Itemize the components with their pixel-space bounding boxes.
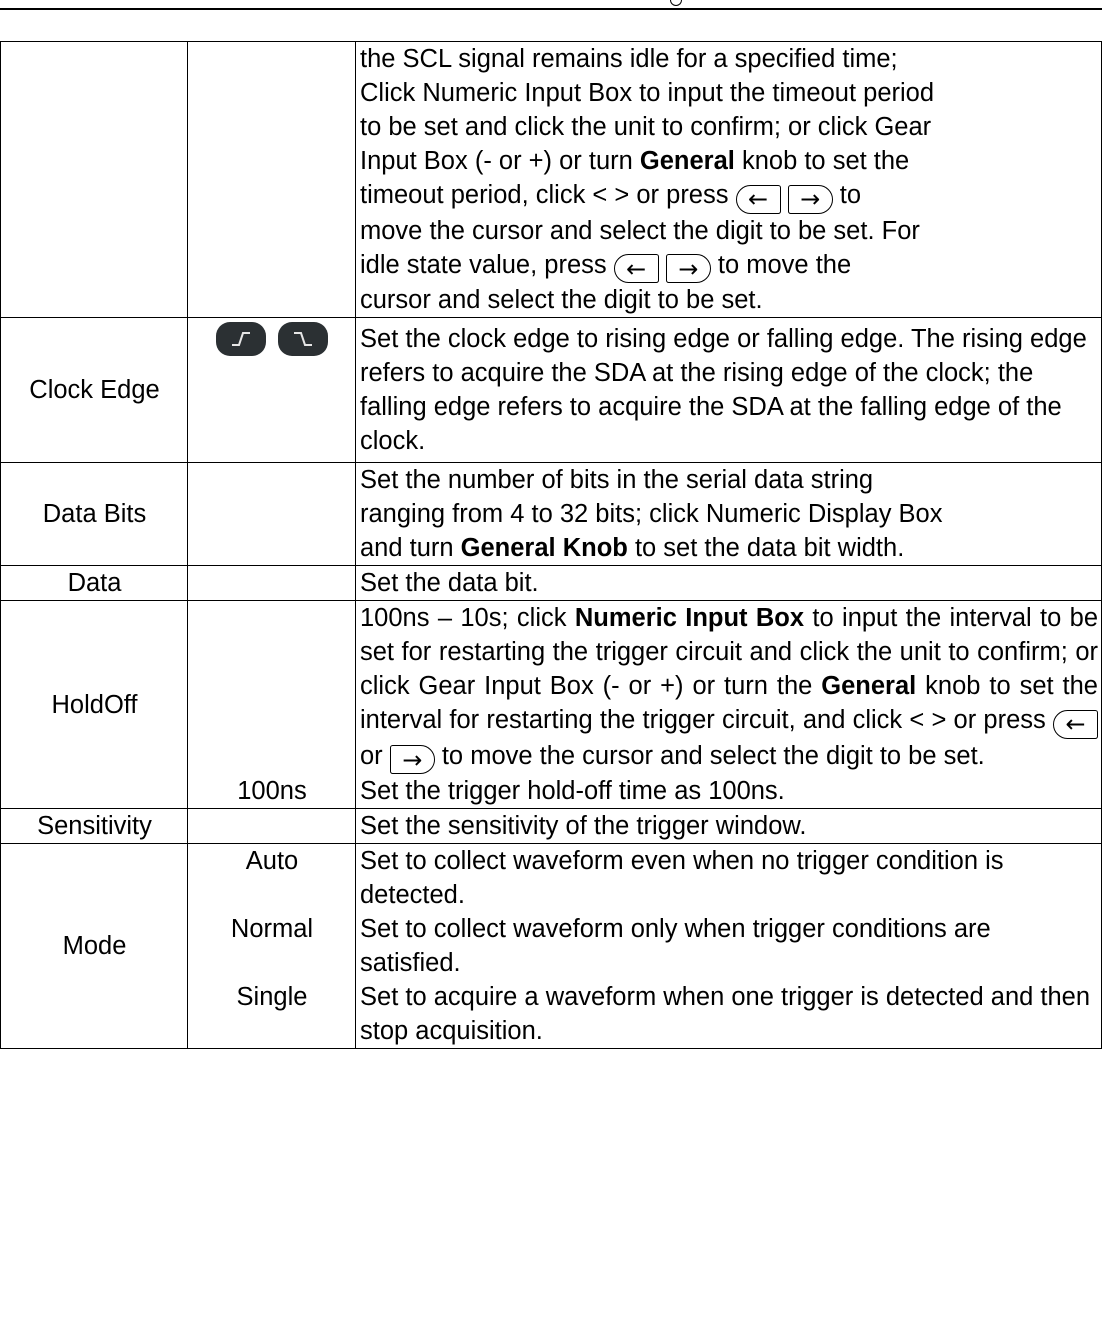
- desc-mode: Set to collect waveform even when no tri…: [355, 843, 1102, 1049]
- desc-data: Set the data bit.: [355, 565, 1102, 601]
- mode-option-auto: Auto: [245, 847, 299, 875]
- desc-data-bits: Set the number of bits in the serial dat…: [355, 462, 1102, 566]
- option-cell: [187, 462, 356, 566]
- table-row-timeout: the SCL signal remains idle for a specif…: [0, 41, 1102, 318]
- desc-line: Click Numeric Input Box to input the tim…: [360, 79, 935, 107]
- mode-normal-desc: Set to collect waveform only when trigge…: [360, 915, 991, 977]
- option-cell: [187, 317, 356, 463]
- param-holdoff: HoldOff: [0, 600, 188, 809]
- param-mode: Mode: [0, 843, 188, 1049]
- general-label: General: [639, 147, 735, 175]
- mode-auto-desc: Set to collect waveform even when no tri…: [360, 847, 1004, 909]
- option-cell: [187, 41, 356, 318]
- right-arrow-key-icon: →: [389, 745, 435, 774]
- left-arrow-key-icon: ←: [735, 184, 781, 214]
- param-data-bits: Data Bits: [0, 462, 188, 566]
- header-cutoff-glyph: [670, 0, 682, 6]
- desc-line: the SCL signal remains idle for a specif…: [360, 45, 898, 73]
- desc-line: timeout period, click < > or press ← → t…: [360, 181, 862, 214]
- desc-line: move the cursor and select the digit to …: [360, 216, 920, 245]
- right-arrow-key-icon: →: [665, 254, 711, 283]
- option-cell: [187, 565, 356, 601]
- holdoff-option-desc: Set the trigger hold-off time as 100ns.: [360, 777, 785, 805]
- holdoff-option-cell: 100ns: [187, 600, 356, 809]
- mode-option-single: Single: [236, 983, 308, 1011]
- header-rule: [0, 8, 1102, 10]
- holdoff-option: 100ns: [237, 777, 307, 805]
- table-row-holdoff: HoldOff 100ns 100ns – 10s; click Numeric…: [0, 600, 1102, 809]
- table-row-mode: Mode Auto Normal Single Set to collect w…: [0, 843, 1102, 1049]
- param-cell: [0, 41, 188, 318]
- desc-line: idle state value, press ← → to move the: [360, 250, 852, 283]
- table-row-clock-edge: Clock Edge Set the clock edge to rising …: [0, 317, 1102, 463]
- falling-edge-icon[interactable]: [278, 322, 328, 356]
- table-row-data-bits: Data Bits Set the number of bits in the …: [0, 462, 1102, 566]
- param-data: Data: [0, 565, 188, 601]
- table-row-sensitivity: Sensitivity Set the sensitivity of the t…: [0, 808, 1102, 844]
- desc-clock-edge: Set the clock edge to rising edge or fal…: [355, 317, 1102, 463]
- rising-edge-icon[interactable]: [216, 322, 266, 356]
- left-arrow-key-icon: ←: [613, 254, 659, 283]
- desc-holdoff: 100ns – 10s; click Numeric Input Box to …: [355, 600, 1102, 809]
- param-sensitivity: Sensitivity: [0, 808, 188, 844]
- mode-options: Auto Normal Single: [187, 843, 356, 1049]
- desc-line: Input Box (- or +) or turn General knob …: [360, 147, 910, 175]
- right-arrow-key-icon: →: [787, 184, 833, 214]
- desc-cell-timeout: the SCL signal remains idle for a specif…: [355, 41, 1102, 318]
- option-cell: [187, 808, 356, 844]
- desc-sensitivity: Set the sensitivity of the trigger windo…: [355, 808, 1102, 844]
- left-arrow-key-icon: ←: [1053, 709, 1098, 739]
- trigger-settings-table: the SCL signal remains idle for a specif…: [0, 41, 1102, 1049]
- table-row-data: Data Set the data bit.: [0, 565, 1102, 601]
- param-clock-edge: Clock Edge: [0, 317, 188, 463]
- mode-single-desc: Set to acquire a waveform when one trigg…: [360, 983, 1091, 1045]
- desc-line: cursor and select the digit to be set.: [360, 286, 763, 314]
- mode-option-normal: Normal: [230, 915, 314, 943]
- desc-line: to be set and click the unit to confirm;…: [360, 113, 932, 141]
